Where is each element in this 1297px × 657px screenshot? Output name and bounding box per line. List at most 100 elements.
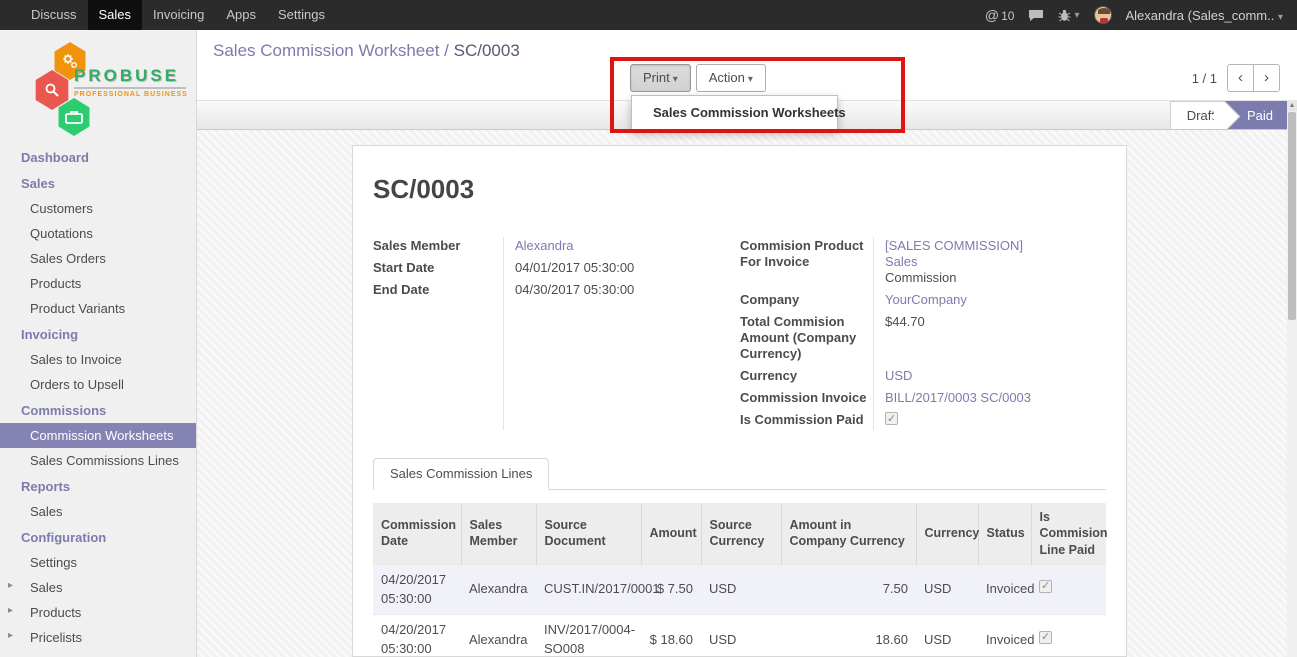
chevron-right-icon: ▸ — [8, 630, 13, 641]
breadcrumb-separator: / — [444, 41, 449, 60]
brand-tagline: PROFESSIONAL BUSINESS — [74, 91, 192, 98]
check-icon: ✓ — [1041, 579, 1050, 595]
sidebar-item-products[interactable]: Products — [0, 271, 196, 296]
control-panel: Sales Commission Worksheet / SC/0003 Pri… — [197, 30, 1297, 100]
line-paid-checkbox[interactable]: ✓ — [1039, 631, 1052, 644]
col-status[interactable]: Status — [978, 503, 1031, 564]
breadcrumb-current: SC/0003 — [454, 41, 520, 60]
menu-invoicing[interactable]: Invoicing — [142, 0, 215, 30]
sidebar-item-config-sales[interactable]: ▸Sales — [0, 575, 196, 600]
col-commission-date[interactable]: Commission Date — [373, 503, 461, 564]
messages-icon[interactable] — [1028, 9, 1044, 22]
notebook: Sales Commission Lines Commission Date S… — [373, 458, 1106, 657]
table-row[interactable]: 04/20/2017 05:30:00 Alexandra INV/2017/0… — [373, 615, 1106, 657]
field-value-end-date: 04/30/2017 05:30:00 — [503, 282, 634, 298]
commission-lines-table: Commission Date Sales Member Source Docu… — [373, 503, 1106, 657]
col-amount[interactable]: Amount — [641, 503, 701, 564]
sidebar-item-reports-sales[interactable]: Sales — [0, 499, 196, 524]
chevron-down-icon: ▾ — [748, 74, 753, 85]
pager-previous-button[interactable]: ‹ — [1227, 64, 1254, 92]
sidebar-item-customers[interactable]: Customers — [0, 196, 196, 221]
scrollbar-up-arrow[interactable]: ▲ — [1287, 100, 1297, 111]
print-button[interactable]: Print▾ — [630, 64, 691, 92]
sidebar-section-commissions[interactable]: Commissions — [0, 397, 196, 423]
field-separator-line — [873, 237, 874, 430]
scrollbar-thumb[interactable] — [1288, 112, 1296, 320]
sidebar-item-sales-orders[interactable]: Sales Orders — [0, 246, 196, 271]
menu-apps[interactable]: Apps — [215, 0, 267, 30]
sidebar-item-settings[interactable]: Settings — [0, 550, 196, 575]
top-menu: Discuss Sales Invoicing Apps Settings — [0, 0, 336, 30]
col-sales-member[interactable]: Sales Member — [461, 503, 536, 564]
sidebar-section-configuration[interactable]: Configuration — [0, 524, 196, 550]
action-button[interactable]: Action▾ — [696, 64, 766, 92]
sidebar-item-commission-worksheets[interactable]: Commission Worksheets — [0, 423, 196, 448]
field-value-commission-invoice[interactable]: BILL/2017/0003 SC/0003 — [885, 390, 1031, 405]
systray: @10 ▾ Alexandra (Sales_comm.. ▾ — [985, 0, 1297, 30]
print-dropdown-menu: Sales Commission Worksheets — [631, 95, 838, 130]
field-label-start-date: Start Date — [373, 260, 503, 276]
field-separator-line — [503, 237, 504, 430]
field-value-start-date: 04/01/2017 05:30:00 — [503, 260, 634, 276]
sidebar-section-reports[interactable]: Reports — [0, 473, 196, 499]
page: Discuss Sales Invoicing Apps Settings @1… — [0, 0, 1297, 657]
field-value-currency[interactable]: USD — [885, 368, 912, 383]
avatar[interactable] — [1094, 6, 1112, 24]
sidebar: PROBUSE PROFESSIONAL BUSINESS Dashboard … — [0, 30, 197, 657]
table-row[interactable]: 04/20/2017 05:30:00 Alexandra CUST.IN/20… — [373, 564, 1106, 615]
breadcrumb-parent-link[interactable]: Sales Commission Worksheet — [213, 41, 439, 60]
field-group-left: Sales Member Alexandra Start Date 04/01/… — [373, 235, 740, 432]
sidebar-item-sales-commissions-lines[interactable]: Sales Commissions Lines — [0, 448, 196, 473]
sidebar-item-orders-to-upsell[interactable]: Orders to Upsell — [0, 372, 196, 397]
sidebar-item-sales-to-invoice[interactable]: Sales to Invoice — [0, 347, 196, 372]
col-amount-company-currency[interactable]: Amount in Company Currency — [781, 503, 916, 564]
sidebar-section-sales[interactable]: Sales — [0, 170, 196, 196]
tab-sales-commission-lines[interactable]: Sales Commission Lines — [373, 458, 549, 490]
top-navbar: Discuss Sales Invoicing Apps Settings @1… — [0, 0, 1297, 30]
sidebar-section-dashboard[interactable]: Dashboard — [0, 144, 196, 170]
check-icon: ✓ — [1041, 630, 1050, 646]
field-value-company[interactable]: YourCompany — [885, 292, 967, 307]
mentions-badge[interactable]: @10 — [985, 7, 1015, 23]
field-label-company: Company — [740, 292, 873, 308]
vertical-scrollbar[interactable]: ▲ — [1287, 100, 1297, 657]
field-value-commission-product-rest: Commission — [885, 270, 1053, 286]
sidebar-section-invoicing[interactable]: Invoicing — [0, 321, 196, 347]
field-value-commission-product-link[interactable]: [SALES COMMISSION] Sales — [885, 238, 1023, 269]
line-paid-checkbox[interactable]: ✓ — [1039, 580, 1052, 593]
chevron-right-icon: ▸ — [8, 605, 13, 616]
pager-counter: 1 / 1 — [1192, 71, 1217, 86]
content-area: SC/0003 Sales Member Alexandra Start Dat… — [197, 130, 1297, 657]
sidebar-item-quotations[interactable]: Quotations — [0, 221, 196, 246]
col-is-commission-line-paid[interactable]: Is Commision Line Paid — [1031, 503, 1106, 564]
menu-settings[interactable]: Settings — [267, 0, 336, 30]
breadcrumb: Sales Commission Worksheet / SC/0003 — [213, 41, 520, 61]
col-source-document[interactable]: Source Document — [536, 503, 641, 564]
field-value-sales-member[interactable]: Alexandra — [515, 238, 574, 253]
field-group-right: Commision Product For Invoice [SALES COM… — [740, 235, 1106, 432]
field-label-commission-product: Commision Product For Invoice — [740, 238, 873, 286]
chevron-right-icon: ▸ — [8, 580, 13, 591]
status-draft[interactable]: Draft — [1170, 101, 1225, 130]
field-label-commission-invoice: Commission Invoice — [740, 390, 873, 406]
pager-next-button[interactable]: › — [1253, 64, 1280, 92]
field-label-sales-member: Sales Member — [373, 238, 503, 254]
is-commission-paid-checkbox[interactable]: ✓ — [885, 412, 898, 425]
logo: PROBUSE PROFESSIONAL BUSINESS — [0, 40, 196, 132]
check-icon: ✓ — [887, 411, 896, 427]
menu-discuss[interactable]: Discuss — [20, 0, 88, 30]
field-value-total-commission: $44.70 — [873, 314, 925, 362]
field-label-currency: Currency — [740, 368, 873, 384]
col-currency[interactable]: Currency — [916, 503, 978, 564]
sidebar-item-config-contacts[interactable]: ▸Contacts — [0, 650, 196, 657]
sidebar-item-config-pricelists[interactable]: ▸Pricelists — [0, 625, 196, 650]
brand-name: PROBUSE — [74, 66, 192, 86]
user-menu[interactable]: Alexandra (Sales_comm.. ▾ — [1126, 8, 1284, 23]
at-icon: @ — [985, 7, 999, 23]
debug-icon[interactable]: ▾ — [1058, 9, 1079, 22]
col-source-currency[interactable]: Source Currency — [701, 503, 781, 564]
sidebar-item-config-products[interactable]: ▸Products — [0, 600, 196, 625]
sidebar-item-product-variants[interactable]: Product Variants — [0, 296, 196, 321]
menu-item-sales-commission-worksheets[interactable]: Sales Commission Worksheets — [632, 100, 837, 125]
menu-sales[interactable]: Sales — [88, 0, 143, 30]
